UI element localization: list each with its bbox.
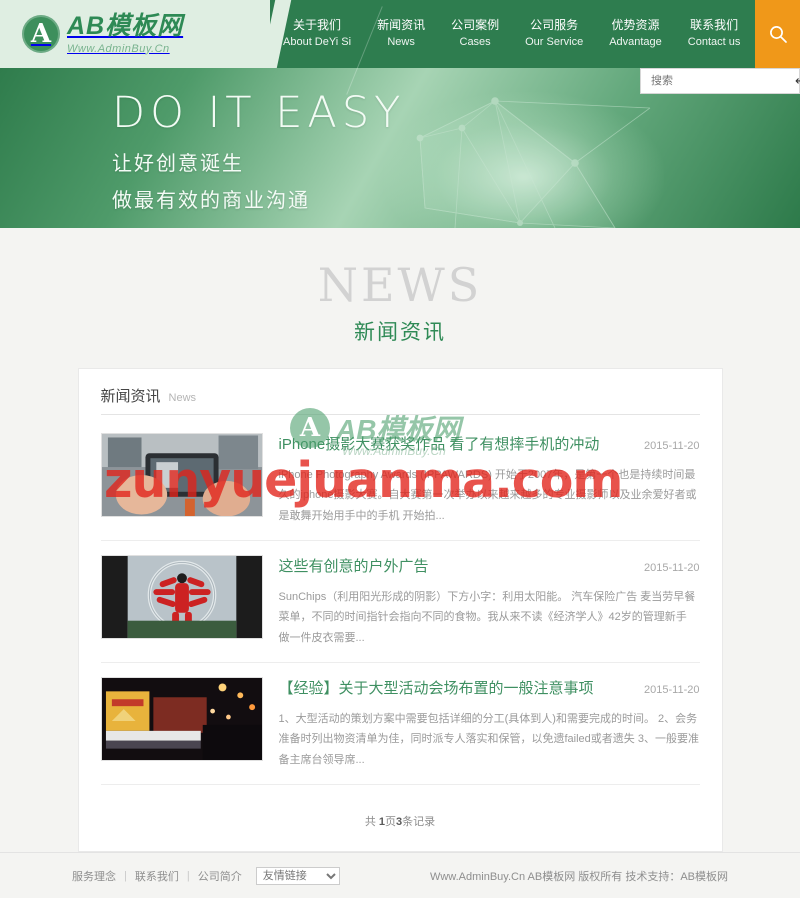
search-button[interactable] bbox=[755, 0, 800, 68]
logo-zone: A AB模板网 Www.AdminBuy.Cn bbox=[0, 0, 270, 68]
news-title-link[interactable]: iPhone摄影大赛获奖作品 看了有想摔手机的冲动 bbox=[279, 433, 600, 454]
nav-item-label-cn: 优势资源 bbox=[611, 18, 660, 33]
news-list: iPhone摄影大赛获奖作品 看了有想摔手机的冲动 2015-11-20 iPh… bbox=[100, 419, 700, 786]
nav-item-service[interactable]: 公司服务 Our Service bbox=[512, 17, 596, 50]
news-body: 【经验】关于大型活动会场布置的一般注意事项 2015-11-20 1、大型活动的… bbox=[279, 677, 700, 770]
banner-text-block: DO IT EASY 让好创意诞生 做最有效的商业沟通 bbox=[112, 92, 405, 213]
news-thumbnail-image-event-stage bbox=[101, 678, 262, 761]
panel-title-cn: 新闻资讯 bbox=[100, 388, 161, 405]
section-title-en: NEWS bbox=[317, 258, 483, 312]
nav-item-label-en: News bbox=[387, 35, 415, 48]
nav-item-label-cn: 关于我们 bbox=[293, 18, 342, 33]
news-date: 2015-11-20 bbox=[644, 440, 700, 452]
logo-badge-icon: A bbox=[22, 15, 60, 53]
nav-item-about[interactable]: 关于我们 About DeYi Si bbox=[270, 17, 364, 50]
section-title-cn: 新闻资讯 bbox=[354, 321, 446, 344]
logo-text: AB模板网 Www.AdminBuy.Cn bbox=[67, 11, 184, 55]
nav-item-label-en: Our Service bbox=[525, 35, 584, 48]
news-header-row: 【经验】关于大型活动会场布置的一般注意事项 2015-11-20 bbox=[279, 677, 700, 698]
news-excerpt: iPhone Photography Awards (IPPAWARDS) 开始… bbox=[278, 469, 697, 522]
banner-title: DO IT EASY bbox=[112, 88, 406, 138]
panel-header: 新闻资讯 News bbox=[100, 385, 700, 415]
friendly-links-select[interactable]: 友情链接 bbox=[255, 866, 340, 885]
news-excerpt: 1、大型活动的策划方案中需要包括详细的分工(具体到人)和需要完成的时间。 2、会… bbox=[278, 713, 699, 766]
news-body: iPhone摄影大赛获奖作品 看了有想摔手机的冲动 2015-11-20 iPh… bbox=[279, 433, 700, 526]
nav-item-label-cn: 公司案例 bbox=[451, 18, 500, 33]
news-title-link[interactable]: 【经验】关于大型活动会场布置的一般注意事项 bbox=[279, 677, 594, 698]
search-icon bbox=[769, 26, 787, 43]
section-heading: NEWS 新闻资讯 bbox=[0, 262, 800, 346]
pagination-summary: 共 1页3条记录 bbox=[101, 813, 700, 829]
list-item[interactable]: 这些有创意的户外广告 2015-11-20 SunChips（利用阳光形成的阴影… bbox=[100, 541, 700, 664]
pager-suffix: 条记录 bbox=[402, 816, 436, 829]
news-header-row: 这些有创意的户外广告 2015-11-20 bbox=[279, 555, 700, 576]
logo-url: Www.AdminBuy.Cn bbox=[67, 42, 170, 55]
site-footer: 服务理念 | 联系我们 | 公司简介 友情链接 Www.AdminBuy.Cn … bbox=[0, 852, 800, 898]
news-title-link[interactable]: 这些有创意的户外广告 bbox=[279, 555, 429, 576]
news-header-row: iPhone摄影大赛获奖作品 看了有想摔手机的冲动 2015-11-20 bbox=[279, 433, 700, 454]
news-body: 这些有创意的户外广告 2015-11-20 SunChips（利用阳光形成的阴影… bbox=[279, 555, 700, 648]
footer-link-service-idea[interactable]: 服务理念 bbox=[72, 868, 116, 884]
nav-item-label-en: Cases bbox=[459, 35, 491, 48]
footer-copyright: Www.AdminBuy.Cn AB模板网 版权所有 技术支持：AB模板网 bbox=[429, 870, 728, 883]
news-date: 2015-11-20 bbox=[644, 684, 700, 697]
nav-item-label-cn: 新闻资讯 bbox=[377, 18, 426, 33]
footer-link-contact[interactable]: 联系我们 bbox=[135, 868, 179, 884]
nav-item-label-en: Contact us bbox=[687, 35, 741, 48]
logo-name: AB模板网 bbox=[67, 11, 184, 40]
list-item[interactable]: iPhone摄影大赛获奖作品 看了有想摔手机的冲动 2015-11-20 iPh… bbox=[100, 419, 700, 542]
news-thumbnail[interactable] bbox=[100, 555, 263, 640]
nav-item-contact[interactable]: 联系我们 Contact us bbox=[675, 17, 754, 50]
news-panel: 新闻资讯 News iPhone摄影大赛获奖作品 看了有想摔手机的冲动 2015… bbox=[77, 368, 723, 853]
footer-divider: | bbox=[124, 869, 127, 882]
news-thumbnail[interactable] bbox=[100, 677, 263, 762]
banner-subtitle-2: 做最有效的商业沟通 bbox=[112, 190, 310, 212]
nav-item-label-en: Advantage bbox=[609, 35, 662, 48]
footer-link-about[interactable]: 公司简介 bbox=[198, 868, 242, 884]
news-thumbnail-image-outdoor-ad bbox=[101, 556, 262, 639]
site-logo[interactable]: A AB模板网 Www.AdminBuy.Cn bbox=[22, 11, 184, 55]
main-content: NEWS 新闻资讯 新闻资讯 News iPhone摄影大赛获奖作品 看了有想摔… bbox=[0, 228, 800, 853]
pager-prefix: 共 bbox=[364, 816, 376, 829]
nav-item-label-en: About DeYi Si bbox=[283, 35, 352, 48]
nav-item-advantage[interactable]: 优势资源 Advantage bbox=[596, 17, 675, 50]
pager-mid: 页 bbox=[385, 816, 397, 829]
nav-item-label-cn: 联系我们 bbox=[690, 18, 739, 33]
search-enter-icon[interactable]: ↵ bbox=[795, 73, 800, 89]
main-navigation: 关于我们 About DeYi Si 新闻资讯 News 公司案例 Cases … bbox=[270, 0, 755, 96]
site-header: A AB模板网 Www.AdminBuy.Cn 关于我们 About DeYi … bbox=[0, 0, 800, 96]
list-item[interactable]: 【经验】关于大型活动会场布置的一般注意事项 2015-11-20 1、大型活动的… bbox=[100, 663, 700, 786]
news-date: 2015-11-20 bbox=[644, 562, 700, 575]
banner-subtitle-1: 让好创意诞生 bbox=[112, 153, 244, 175]
news-excerpt: SunChips（利用阳光形成的阴影）下方小字：利用太阳能。 汽车保险广告 麦当… bbox=[278, 591, 696, 644]
footer-links: 服务理念 | 联系我们 | 公司简介 友情链接 bbox=[72, 866, 340, 885]
news-thumbnail-image-phone-photo bbox=[101, 434, 262, 516]
search-input[interactable] bbox=[649, 74, 795, 88]
nav-item-label-cn: 公司服务 bbox=[530, 18, 579, 33]
news-thumbnail[interactable] bbox=[100, 433, 263, 517]
panel-title-en: News bbox=[168, 392, 197, 404]
nav-item-news[interactable]: 新闻资讯 News bbox=[346, 6, 438, 96]
nav-item-cases[interactable]: 公司案例 Cases bbox=[438, 17, 512, 50]
search-box[interactable]: ↵ bbox=[640, 68, 800, 94]
footer-divider: | bbox=[186, 869, 190, 882]
